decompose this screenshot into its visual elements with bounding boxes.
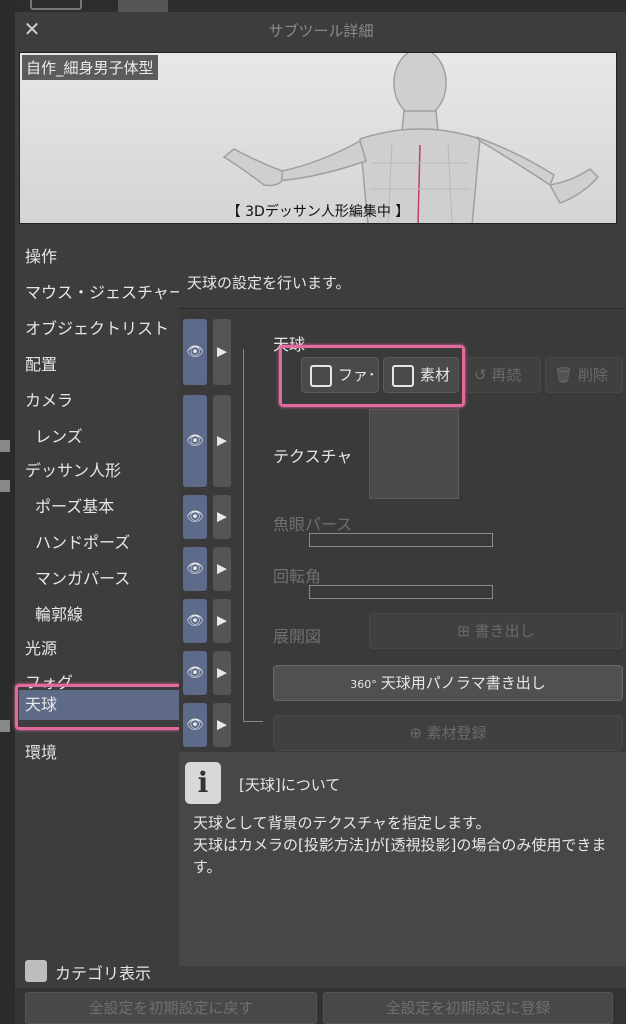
triangle-right-icon: ▶ bbox=[217, 665, 227, 681]
expand-toggle[interactable]: ▶ bbox=[213, 651, 231, 695]
background-marker bbox=[0, 720, 10, 732]
background-button bbox=[30, 0, 82, 10]
category-item-pose-basic[interactable]: ポーズ基本 bbox=[35, 492, 114, 522]
category-item-operation[interactable]: 操作 bbox=[25, 242, 57, 272]
bottom-bar: 全設定を初期設定に戻す 全設定を初期設定に登録 bbox=[15, 988, 626, 1024]
subtool-detail-dialog: ✕ サブツール詳細 自作_細身男子体型 【 3Dデッサン人形編集中 】 操作 マ bbox=[14, 12, 626, 1024]
category-item-hand-pose[interactable]: ハンドポーズ bbox=[35, 528, 130, 558]
info-line: 天球として背景のテクスチャを指定します。 bbox=[193, 814, 491, 832]
category-item-lens[interactable]: レンズ bbox=[35, 422, 83, 452]
texture-thumbnail[interactable] bbox=[369, 409, 459, 499]
expand-toggle[interactable]: ▶ bbox=[213, 495, 231, 539]
triangle-right-icon: ▶ bbox=[217, 433, 227, 449]
expand-toggle[interactable]: ▶ bbox=[213, 547, 231, 591]
panorama-icon: 360° bbox=[350, 678, 377, 691]
category-item-light-source[interactable]: 光源 bbox=[25, 634, 57, 664]
texture-label: テクスチャ bbox=[273, 447, 353, 466]
eye-icon: 👁 bbox=[186, 717, 204, 733]
eye-toggle-icon[interactable]: 👁 bbox=[183, 599, 207, 643]
eye-toggle-icon[interactable]: 👁 bbox=[183, 651, 207, 695]
category-item-placement[interactable]: 配置 bbox=[25, 350, 57, 380]
info-icon: i bbox=[185, 762, 221, 804]
category-display-checkbox[interactable] bbox=[25, 960, 47, 982]
title-bar: ✕ サブツール詳細 bbox=[15, 12, 626, 48]
category-item-environment[interactable]: 環境 bbox=[25, 738, 57, 768]
eye-icon: 👁 bbox=[186, 433, 204, 449]
category-item-drawing-figure[interactable]: デッサン人形 bbox=[25, 456, 121, 486]
eye-toggle-icon[interactable]: 👁 bbox=[183, 547, 207, 591]
background-marker bbox=[0, 480, 10, 492]
model-name: 自作_細身男子体型 bbox=[22, 55, 158, 80]
fisheye-label: 魚眼パース bbox=[273, 515, 353, 534]
eye-icon: 👁 bbox=[186, 561, 204, 577]
eye-icon: 👁 bbox=[186, 344, 204, 360]
expand-toggle[interactable]: ▶ bbox=[213, 319, 231, 385]
info-body: 天球として背景のテクスチャを指定します。 天球はカメラの[投影方法]が[透視投影… bbox=[193, 812, 623, 878]
unfold-label: 展開図 bbox=[273, 627, 322, 646]
delete-button[interactable]: 🗑 削除 bbox=[545, 357, 623, 393]
eye-toggle-icon[interactable]: 👁 bbox=[183, 495, 207, 539]
eye-icon: 👁 bbox=[186, 509, 204, 525]
category-display-label: カテゴリ表示 bbox=[55, 964, 152, 983]
window-title: サブツール詳細 bbox=[268, 22, 374, 40]
background-marker bbox=[0, 440, 10, 452]
model-preview[interactable]: 自作_細身男子体型 【 3Dデッサン人形編集中 】 bbox=[19, 52, 617, 224]
triangle-right-icon: ▶ bbox=[217, 717, 227, 733]
unfold-icon: ⊞ bbox=[457, 622, 475, 640]
reload-button-label: 再読 bbox=[491, 366, 522, 384]
highlight-annotation bbox=[15, 684, 183, 730]
category-description: 天球の設定を行います。 bbox=[179, 226, 626, 308]
register-material-label: 素材登録 bbox=[426, 724, 487, 742]
info-line: 天球はカメラの[投影方法]が[透視投影]の場合のみ使用できます。 bbox=[193, 836, 607, 876]
eye-toggle-icon[interactable]: 👁 bbox=[183, 319, 207, 385]
triangle-right-icon: ▶ bbox=[217, 561, 227, 577]
export-button-label: 書き出し bbox=[474, 622, 535, 640]
reset-defaults-button[interactable]: 全設定を初期設定に戻す bbox=[25, 992, 317, 1024]
expand-toggle[interactable]: ▶ bbox=[213, 395, 231, 487]
category-item-object-list[interactable]: オブジェクトリスト bbox=[25, 314, 169, 344]
triangle-right-icon: ▶ bbox=[217, 344, 227, 360]
category-list: 操作 マウス・ジェスチャー オブジェクトリスト 配置 カメラ レンズ デッサン人… bbox=[15, 226, 185, 966]
info-panel: i [天球]について 天球として背景のテクスチャを指定します。 天球はカメラの[… bbox=[179, 752, 626, 966]
tree-connector bbox=[243, 349, 244, 721]
category-item-manga-perspective[interactable]: マンガパース bbox=[35, 564, 130, 594]
highlight-annotation bbox=[279, 345, 465, 407]
description-text: 天球の設定を行います。 bbox=[187, 274, 351, 292]
triangle-right-icon: ▶ bbox=[217, 509, 227, 525]
panorama-export-label: 天球用パノラマ書き出し bbox=[380, 674, 546, 692]
eye-toggle-icon[interactable]: 👁 bbox=[183, 395, 207, 487]
property-panel: 👁 ▶ 👁 ▶ 👁 ▶ 👁 ▶ 👁 ▶ 👁 ▶ 👁 ▶ 天球 ファ･ 素材 ↺ … bbox=[179, 308, 626, 752]
category-item-outline[interactable]: 輪郭線 bbox=[35, 600, 83, 630]
edit-status: 【 3Dデッサン人形編集中 】 bbox=[226, 204, 410, 220]
delete-button-label: 削除 bbox=[577, 366, 608, 384]
register-defaults-button[interactable]: 全設定を初期設定に登録 bbox=[323, 992, 613, 1024]
category-item-mouse-gesture[interactable]: マウス・ジェスチャー bbox=[25, 278, 185, 308]
triangle-right-icon: ▶ bbox=[217, 613, 227, 629]
eye-icon: 👁 bbox=[186, 665, 204, 681]
reload-icon: ↺ bbox=[474, 366, 492, 384]
eye-icon: 👁 bbox=[186, 613, 204, 629]
fisheye-slider[interactable] bbox=[309, 533, 493, 547]
tree-connector bbox=[243, 721, 263, 722]
rotation-slider[interactable] bbox=[309, 585, 493, 599]
info-title: [天球]について bbox=[239, 776, 341, 794]
expand-toggle[interactable]: ▶ bbox=[213, 599, 231, 643]
category-item-camera[interactable]: カメラ bbox=[25, 386, 73, 416]
reload-button[interactable]: ↺ 再読 bbox=[465, 357, 541, 393]
expand-toggle[interactable]: ▶ bbox=[213, 703, 231, 747]
export-button[interactable]: ⊞ 書き出し bbox=[369, 613, 623, 649]
register-material-button[interactable]: ⊕ 素材登録 bbox=[273, 715, 623, 751]
trash-icon: 🗑 bbox=[554, 366, 578, 384]
rotation-label: 回転角 bbox=[273, 567, 322, 586]
register-material-icon: ⊕ bbox=[409, 724, 427, 742]
eye-toggle-icon[interactable]: 👁 bbox=[183, 703, 207, 747]
panorama-export-button[interactable]: 360° 天球用パノラマ書き出し bbox=[273, 665, 623, 701]
